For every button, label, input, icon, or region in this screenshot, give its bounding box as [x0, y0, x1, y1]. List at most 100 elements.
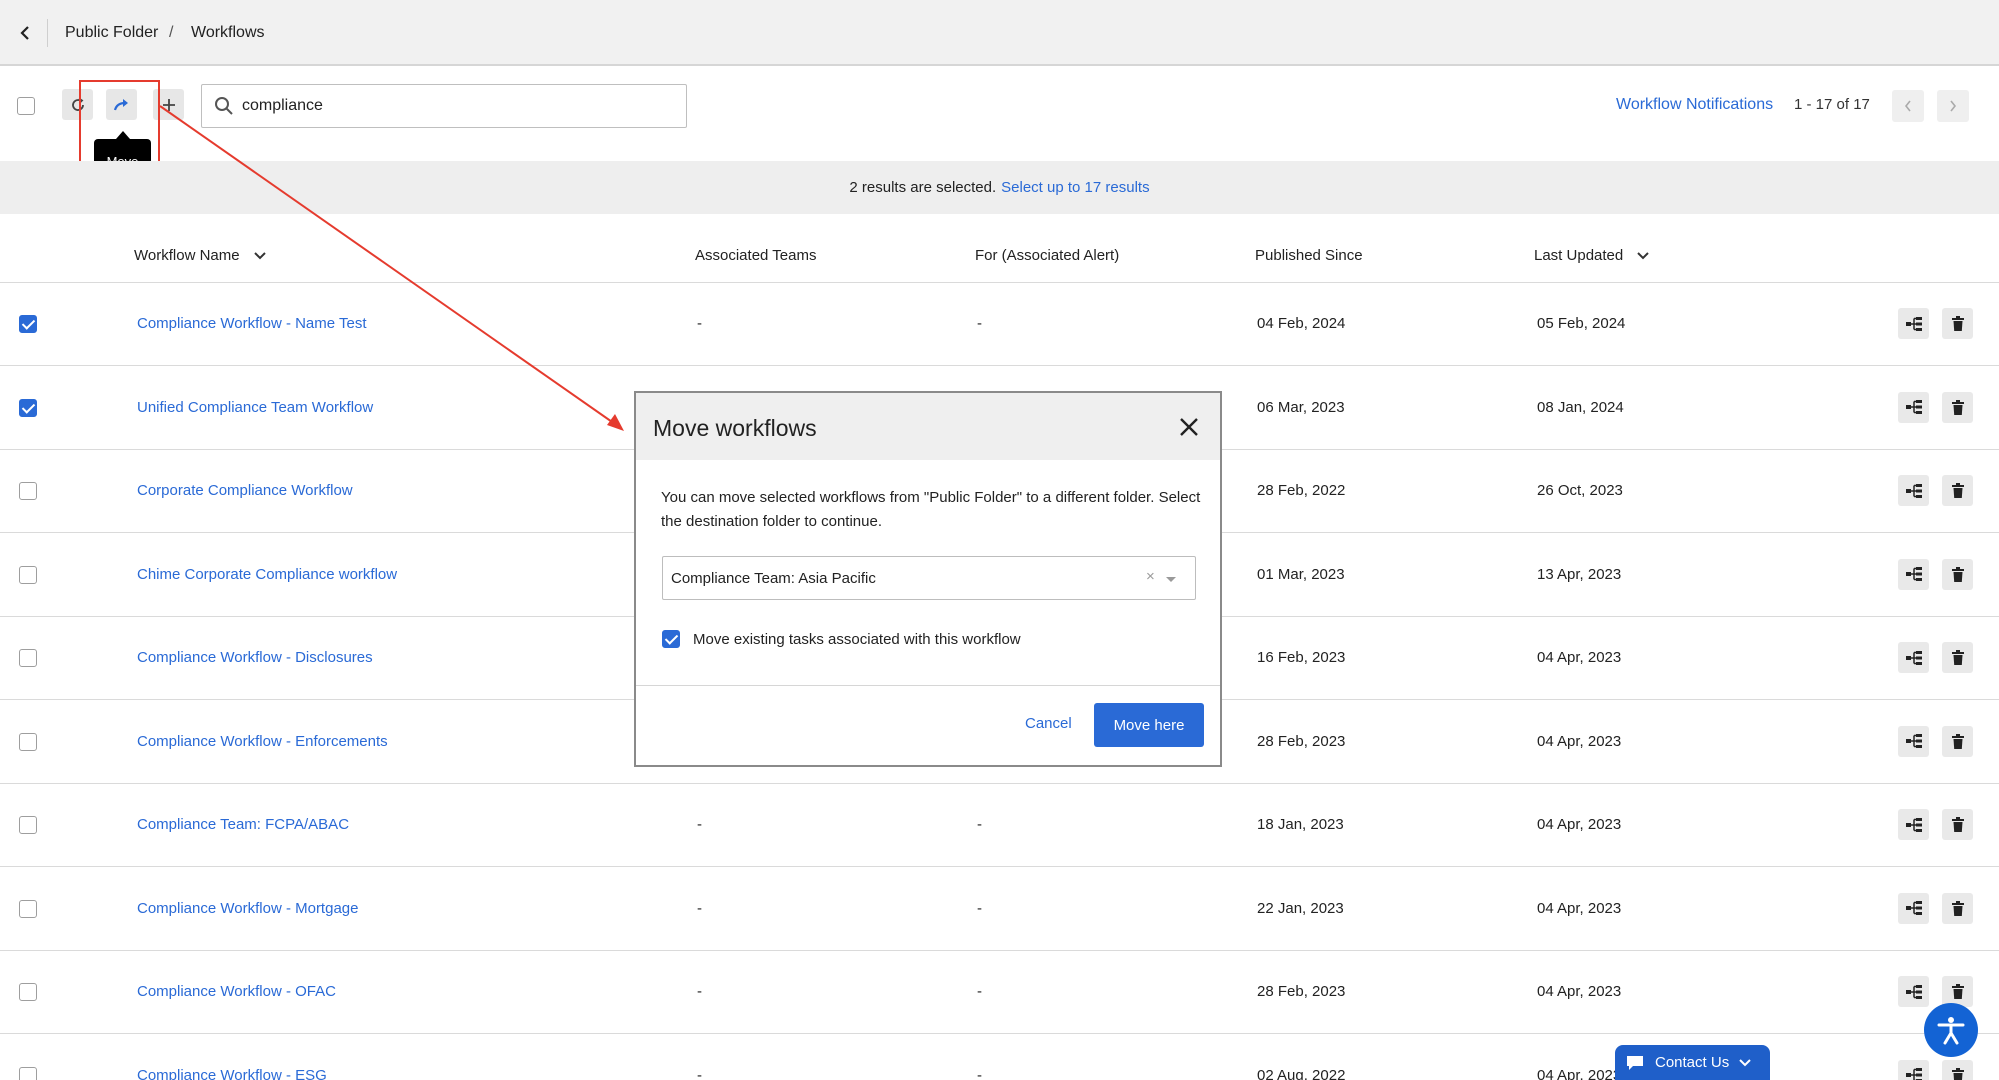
breadcrumb-workflows: Workflows: [191, 24, 265, 41]
trash-icon: [1951, 984, 1964, 999]
associated-alert-cell: -: [977, 315, 982, 332]
breadcrumb-bar: Public Folder / Workflows: [0, 0, 1999, 66]
chevron-down-icon: [253, 251, 266, 259]
row-checkbox[interactable]: [19, 899, 37, 918]
workflow-tree-button[interactable]: [1898, 725, 1929, 757]
hierarchy-icon: [1905, 567, 1922, 581]
associated-teams-cell: -: [697, 899, 702, 917]
last-updated-cell: 04 Apr, 2023: [1537, 983, 1622, 1000]
next-page-button[interactable]: [1937, 90, 1969, 122]
close-button[interactable]: [1174, 412, 1204, 442]
published-since-cell: 16 Feb, 2023: [1257, 649, 1346, 666]
last-updated-cell: 13 Apr, 2023: [1537, 565, 1622, 583]
accessibility-button[interactable]: [1924, 1003, 1978, 1057]
published-since-cell: 02 Aug, 2022: [1257, 1066, 1346, 1080]
contact-us-label: Contact Us: [1655, 1054, 1730, 1071]
move-here-button[interactable]: Move here: [1094, 703, 1204, 747]
back-button[interactable]: [14, 20, 36, 46]
workflow-tree-button[interactable]: [1898, 475, 1929, 506]
hierarchy-icon: [1905, 316, 1922, 331]
published-since-cell: 04 Feb, 2024: [1257, 315, 1346, 332]
breadcrumb-public-folder[interactable]: Public Folder: [65, 24, 158, 42]
trash-icon: [1951, 650, 1964, 665]
delete-button[interactable]: [1942, 892, 1973, 924]
select-all-results-link[interactable]: Select up to 17 results: [1001, 179, 1149, 196]
trash-icon: [1951, 817, 1964, 832]
delete-button[interactable]: [1942, 308, 1973, 339]
prev-page-button[interactable]: [1892, 90, 1924, 122]
table-row[interactable]: Compliance Workflow - OFAC - - 28 Feb, 2023…: [0, 951, 1999, 1034]
last-updated-cell: 05 Feb, 2024: [1537, 315, 1626, 332]
hierarchy-icon: [1905, 901, 1922, 915]
clear-icon[interactable]: ×: [1146, 568, 1155, 585]
delete-button[interactable]: [1942, 558, 1973, 590]
chat-bubble-icon: [1627, 1055, 1643, 1070]
delete-button[interactable]: [1942, 391, 1973, 423]
workflow-tree-button[interactable]: [1898, 308, 1929, 339]
workflow-name-link[interactable]: Compliance Workflow - ESG: [137, 1067, 327, 1080]
workflow-name-link[interactable]: Chime Corporate Compliance workflow: [137, 566, 397, 583]
published-since-cell: 28 Feb, 2022: [1257, 482, 1346, 499]
row-checkbox[interactable]: [19, 398, 37, 417]
delete-button[interactable]: [1942, 809, 1973, 840]
trash-icon: [1951, 316, 1964, 331]
column-header-workflow-name[interactable]: Workflow Name: [134, 247, 266, 264]
workflow-name-link[interactable]: Unified Compliance Team Workflow: [137, 399, 373, 416]
workflow-notifications-link[interactable]: Workflow Notifications: [1616, 96, 1773, 114]
row-checkbox[interactable]: [19, 816, 37, 834]
workflow-name-link[interactable]: Compliance Workflow - Name Test: [137, 315, 367, 332]
workflow-tree-button[interactable]: [1898, 558, 1929, 590]
selection-banner: 2 results are selected. Select up to 17 …: [0, 161, 1999, 214]
search-input[interactable]: [242, 94, 672, 118]
delete-button[interactable]: [1942, 1059, 1973, 1080]
column-header-last-updated[interactable]: Last Updated: [1534, 247, 1649, 264]
row-checkbox[interactable]: [19, 983, 37, 1001]
row-checkbox[interactable]: [19, 1066, 37, 1080]
workflow-tree-button[interactable]: [1898, 642, 1929, 673]
table-row[interactable]: Compliance Workflow - Name Test - - 04 Feb,…: [0, 283, 1999, 366]
cancel-button[interactable]: Cancel: [1025, 715, 1072, 732]
workflow-name-link[interactable]: Compliance Workflow - Mortgage: [137, 900, 358, 917]
column-header-associated-teams: Associated Teams: [695, 247, 816, 264]
workflow-name-link[interactable]: Compliance Workflow - Enforcements: [137, 733, 388, 750]
search-box[interactable]: [201, 84, 687, 128]
select-all-checkbox[interactable]: [17, 97, 35, 115]
move-tasks-label: Move existing tasks associated with this…: [693, 631, 1021, 648]
contact-us-button[interactable]: Contact Us: [1615, 1045, 1770, 1080]
table-row[interactable]: Compliance Workflow - Mortgage - - 22 Jan, …: [0, 868, 1999, 951]
delete-button[interactable]: [1942, 725, 1973, 757]
workflow-tree-button[interactable]: [1898, 892, 1929, 924]
trash-icon: [1951, 1067, 1964, 1080]
published-since-cell: 22 Jan, 2023: [1257, 899, 1344, 917]
move-tasks-checkbox[interactable]: [662, 630, 680, 648]
workflow-tree-button[interactable]: [1898, 391, 1929, 423]
trash-icon: [1951, 483, 1964, 498]
associated-teams-cell: -: [697, 816, 702, 833]
last-updated-cell: 04 Apr, 2023: [1537, 732, 1622, 750]
dropdown-caret-icon[interactable]: [1166, 577, 1176, 582]
workflow-tree-button[interactable]: [1898, 1059, 1929, 1080]
workflow-tree-button[interactable]: [1898, 809, 1929, 840]
workflow-name-link[interactable]: Compliance Team: FCPA/ABAC: [137, 816, 349, 833]
workflow-name-link[interactable]: Compliance Workflow - OFAC: [137, 983, 336, 1000]
delete-button[interactable]: [1942, 642, 1973, 673]
workflow-tree-button[interactable]: [1898, 976, 1929, 1007]
chevron-down-icon: [1637, 251, 1649, 259]
last-updated-cell: 04 Apr, 2023: [1537, 816, 1622, 833]
workflow-name-link[interactable]: Compliance Workflow - Disclosures: [137, 649, 373, 666]
published-since-cell: 18 Jan, 2023: [1257, 816, 1344, 833]
workflow-name-link[interactable]: Corporate Compliance Workflow: [137, 482, 353, 499]
destination-folder-select[interactable]: Compliance Team: Asia Pacific ×: [662, 556, 1196, 600]
breadcrumb-separator: /: [169, 24, 174, 41]
row-checkbox[interactable]: [19, 315, 37, 333]
table-row[interactable]: Compliance Team: FCPA/ABAC - - 18 Jan, 2023…: [0, 784, 1999, 867]
column-header-label: Workflow Name: [134, 247, 240, 264]
row-checkbox[interactable]: [19, 482, 37, 500]
row-checkbox[interactable]: [19, 649, 37, 667]
last-updated-cell: 04 Apr, 2023: [1537, 899, 1622, 917]
accessibility-icon: [1937, 1017, 1965, 1045]
row-checkbox[interactable]: [19, 565, 37, 584]
close-icon: [1180, 418, 1198, 436]
delete-button[interactable]: [1942, 475, 1973, 506]
row-checkbox[interactable]: [19, 732, 37, 751]
